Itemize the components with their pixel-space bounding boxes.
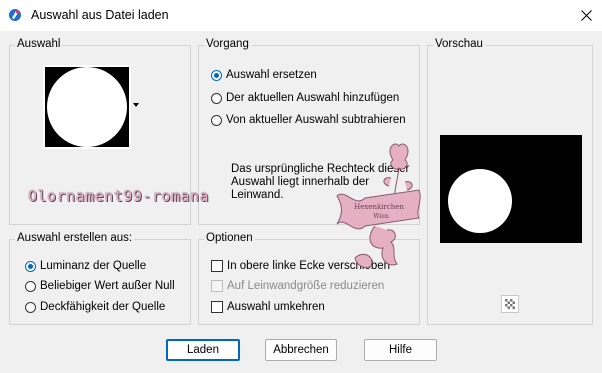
radio-deckfaehigkeit[interactable]: Deckfähigkeit der Quelle xyxy=(25,301,165,313)
radio-label: Deckfähigkeit der Quelle xyxy=(40,301,166,313)
radio-label: Auswahl ersetzen xyxy=(226,69,317,81)
checkbox-label: Auswahl umkehren xyxy=(227,301,325,313)
radio-button xyxy=(211,114,222,126)
vorgang-group-title: Vorgang xyxy=(204,38,251,50)
preview-canvas xyxy=(440,135,582,243)
close-icon xyxy=(581,10,592,21)
help-button[interactable]: Hilfe xyxy=(364,339,437,361)
radio-button xyxy=(211,69,222,81)
load-button[interactable]: Laden xyxy=(166,339,240,361)
close-button[interactable] xyxy=(572,0,602,31)
radio-button xyxy=(25,260,36,272)
erstellen-group: Auswahl erstellen aus: Luminanz der Quel… xyxy=(9,232,191,325)
checkerboard-icon[interactable] xyxy=(501,295,519,313)
caret-down-icon[interactable] xyxy=(133,103,139,107)
optionen-group-title: Optionen xyxy=(204,232,255,244)
radio-auswahl-hinzufuegen[interactable]: Der aktuellen Auswahl hinzufügen xyxy=(211,92,399,104)
radio-button xyxy=(25,280,36,292)
radio-label: Von aktueller Auswahl subtrahieren xyxy=(226,114,406,126)
checkerboard-pattern xyxy=(505,299,515,309)
selection-thumbnail-image xyxy=(45,67,129,147)
vorschau-group-title: Vorschau xyxy=(433,38,485,50)
cancel-button[interactable]: Abbrechen xyxy=(265,339,337,361)
watermark-logo: Hexenkirchen Wien xyxy=(336,143,421,269)
checkbox-label: Auf Leinwandgröße reduzieren xyxy=(227,280,385,292)
vorschau-group: Vorschau xyxy=(427,38,593,325)
watermark-logo-text-2: Wien xyxy=(373,213,389,220)
checkbox xyxy=(211,301,223,313)
title-bar: Auswahl aus Datei laden xyxy=(0,0,602,31)
preview-image xyxy=(448,169,512,233)
radio-label: Luminanz der Quelle xyxy=(40,260,147,272)
auswahl-group-title: Auswahl xyxy=(15,38,63,50)
erstellen-group-title: Auswahl erstellen aus: xyxy=(15,232,135,244)
selection-thumbnail[interactable] xyxy=(43,65,131,149)
radio-luminanz[interactable]: Luminanz der Quelle xyxy=(25,260,146,272)
radio-button xyxy=(25,301,36,313)
checkbox xyxy=(211,260,223,272)
radio-auswahl-subtrahieren[interactable]: Von aktueller Auswahl subtrahieren xyxy=(211,114,406,126)
check-leinwandgroesse: Auf Leinwandgröße reduzieren xyxy=(211,280,384,292)
check-auswahl-umkehren[interactable]: Auswahl umkehren xyxy=(211,301,325,313)
radio-label: Beliebiger Wert außer Null xyxy=(40,280,175,292)
radio-beliebiger-wert[interactable]: Beliebiger Wert außer Null xyxy=(25,280,175,292)
radio-button xyxy=(211,92,222,104)
window-title: Auswahl aus Datei laden xyxy=(31,8,169,22)
app-icon xyxy=(9,9,21,21)
watermark-text: Olornament99-romana xyxy=(28,187,210,205)
checkbox xyxy=(211,280,223,292)
radio-label: Der aktuellen Auswahl hinzufügen xyxy=(226,92,400,104)
radio-auswahl-ersetzen[interactable]: Auswahl ersetzen xyxy=(211,69,317,81)
watermark-logo-text-1: Hexenkirchen xyxy=(354,203,404,211)
